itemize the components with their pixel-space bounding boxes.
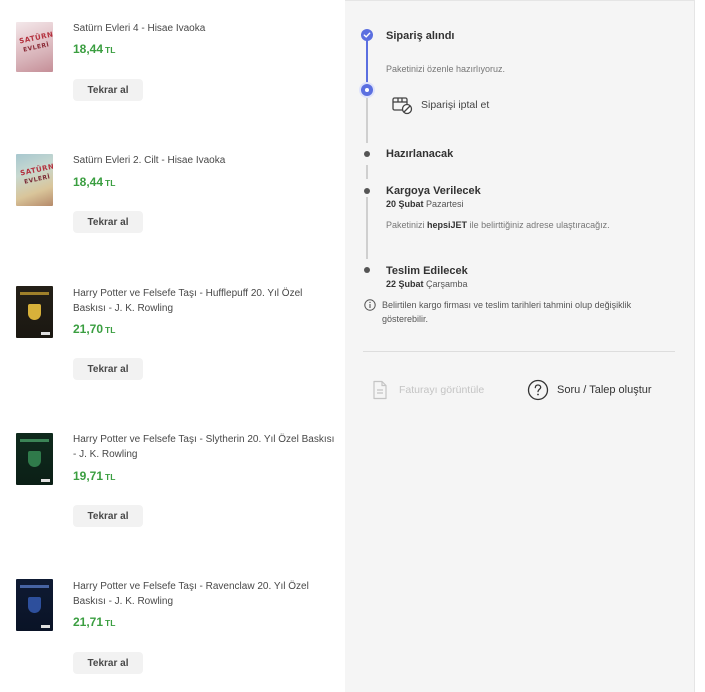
document-icon: [373, 380, 387, 400]
step-delivery-date: 22 Şubat Çarşamba: [386, 279, 468, 289]
buy-again-button[interactable]: Tekrar al: [73, 505, 143, 527]
product-image[interactable]: SATÜRN EVLERİ: [16, 22, 53, 72]
order-items-panel: SATÜRN EVLERİ Satürn Evleri 4 - Hisae Iv…: [0, 0, 345, 692]
price-currency: TL: [105, 325, 116, 335]
product-price: 21,71 TL: [73, 615, 115, 629]
product-image[interactable]: [16, 433, 53, 485]
step-shipping-text: Paketinizi hepsiJET ile belirttiğiniz ad…: [386, 220, 610, 230]
timeline-line: [366, 165, 368, 179]
question-circle-icon: [527, 379, 549, 401]
product-price: 18,44 TL: [73, 175, 115, 189]
order-status-panel: Sipariş alındı Paketinizi özenle hazırlı…: [345, 0, 695, 692]
step-received-text: Paketinizi özenle hazırlıyoruz.: [386, 64, 506, 74]
price-value: 21,71: [73, 615, 104, 629]
product-title[interactable]: Satürn Evleri 4 - Hisae Ivaoka: [73, 21, 335, 36]
step-dot: [364, 188, 370, 194]
price-currency: TL: [105, 618, 116, 628]
carrier-name: hepsiJET: [427, 220, 468, 230]
product-price: 18,44 TL: [73, 42, 115, 56]
buy-again-button[interactable]: Tekrar al: [73, 211, 143, 233]
create-request-label: Soru / Talep oluştur: [557, 384, 652, 396]
product-image[interactable]: SATÜRN EVLERİ: [16, 154, 53, 206]
buy-again-button[interactable]: Tekrar al: [73, 358, 143, 380]
step-preparing-title: Hazırlanacak: [386, 148, 454, 160]
create-request-button[interactable]: Soru / Talep oluştur: [527, 379, 652, 401]
cancel-order-label: Siparişi iptal et: [421, 99, 490, 111]
price-currency: TL: [105, 178, 116, 188]
buy-again-button[interactable]: Tekrar al: [73, 652, 143, 674]
step-shipping-title: Kargoya Verilecek: [386, 185, 481, 197]
product-image[interactable]: [16, 579, 53, 631]
step-dot: [364, 151, 370, 157]
price-value: 18,44: [73, 42, 104, 56]
step-dot: [364, 267, 370, 273]
view-invoice-button[interactable]: Faturayı görüntüle: [371, 380, 484, 400]
timeline-line: [366, 197, 368, 259]
info-icon: [364, 299, 376, 311]
cancel-order-button[interactable]: Siparişi iptal et: [391, 94, 489, 116]
timeline-progress-line: [366, 39, 368, 87]
step-received-title: Sipariş alındı: [386, 30, 455, 42]
divider: [363, 351, 675, 352]
price-value: 18,44: [73, 175, 104, 189]
product-title[interactable]: Harry Potter ve Felsefe Taşı - Ravenclaw…: [73, 579, 335, 609]
product-title[interactable]: Harry Potter ve Felsefe Taşı - Hufflepuf…: [73, 286, 335, 316]
product-title[interactable]: Harry Potter ve Felsefe Taşı - Slytherin…: [73, 432, 335, 462]
product-image[interactable]: [16, 286, 53, 338]
step-current-dot: [361, 84, 373, 96]
delivery-disclaimer: Belirtilen kargo firması ve teslim tarih…: [364, 298, 664, 326]
product-title[interactable]: Satürn Evleri 2. Cilt - Hisae Ivaoka: [73, 153, 335, 168]
step-delivery-title: Teslim Edilecek: [386, 265, 468, 277]
disclaimer-text: Belirtilen kargo firması ve teslim tarih…: [382, 300, 632, 324]
package-cancel-icon: [392, 97, 413, 115]
timeline-line: [366, 97, 368, 143]
product-price: 21,70 TL: [73, 322, 115, 336]
price-currency: TL: [105, 472, 116, 482]
price-currency: TL: [105, 45, 116, 55]
product-price: 19,71 TL: [73, 469, 115, 483]
view-invoice-label: Faturayı görüntüle: [399, 384, 485, 396]
step-shipping-date: 20 Şubat Pazartesi: [386, 199, 464, 209]
price-value: 21,70: [73, 322, 104, 336]
step-complete-check-icon: [361, 29, 373, 41]
buy-again-button[interactable]: Tekrar al: [73, 79, 143, 101]
price-value: 19,71: [73, 469, 104, 483]
